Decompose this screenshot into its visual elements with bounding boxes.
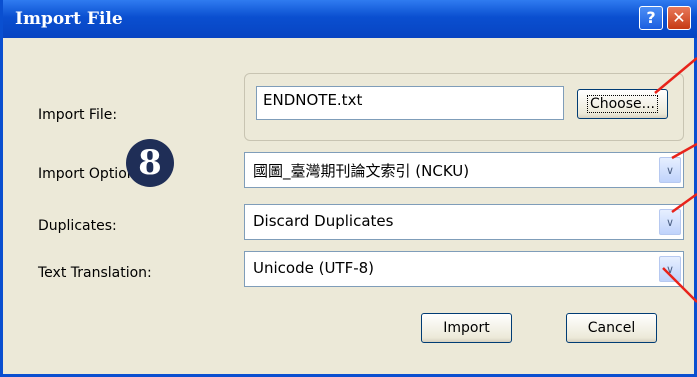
- callout-line-duplicates: [671, 192, 697, 214]
- callout-line-text-translation: [662, 267, 697, 303]
- callout-line-import-option: [671, 142, 697, 160]
- callout-lines: [654, 57, 697, 303]
- callout-line-choose: [654, 57, 697, 94]
